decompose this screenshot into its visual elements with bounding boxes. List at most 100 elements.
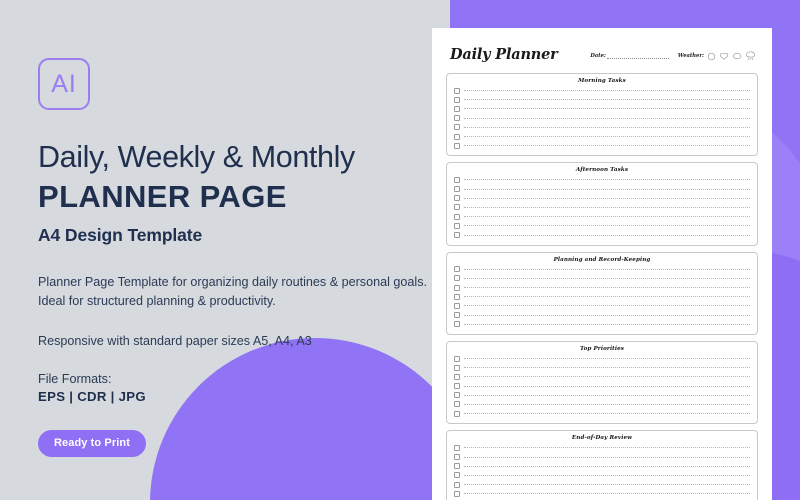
task-write-line[interactable] bbox=[464, 225, 750, 227]
task-checkbox[interactable] bbox=[454, 383, 460, 390]
task-write-line[interactable] bbox=[464, 447, 750, 449]
rain-cloud-icon[interactable] bbox=[745, 51, 756, 61]
task-write-line[interactable] bbox=[464, 234, 750, 236]
task-row[interactable] bbox=[454, 480, 750, 489]
task-row[interactable] bbox=[454, 114, 750, 123]
task-checkbox[interactable] bbox=[454, 312, 460, 319]
task-row[interactable] bbox=[454, 132, 750, 141]
date-input-line[interactable] bbox=[606, 53, 669, 59]
task-checkbox[interactable] bbox=[454, 410, 460, 417]
task-row[interactable] bbox=[454, 194, 750, 203]
task-checkbox[interactable] bbox=[454, 481, 460, 488]
task-checkbox[interactable] bbox=[454, 454, 460, 461]
task-write-line[interactable] bbox=[464, 197, 750, 199]
task-row[interactable] bbox=[454, 265, 750, 274]
task-write-line[interactable] bbox=[464, 314, 750, 316]
task-row[interactable] bbox=[454, 489, 750, 498]
task-write-line[interactable] bbox=[464, 145, 750, 147]
task-write-line[interactable] bbox=[464, 358, 750, 360]
task-row[interactable] bbox=[454, 274, 750, 283]
task-write-line[interactable] bbox=[464, 367, 750, 369]
task-write-line[interactable] bbox=[464, 99, 750, 101]
task-write-line[interactable] bbox=[464, 493, 750, 495]
task-write-line[interactable] bbox=[464, 268, 750, 270]
task-row[interactable] bbox=[454, 212, 750, 221]
task-row[interactable] bbox=[454, 141, 750, 150]
task-row[interactable] bbox=[454, 95, 750, 104]
task-write-line[interactable] bbox=[464, 465, 750, 467]
task-checkbox[interactable] bbox=[454, 186, 460, 193]
task-checkbox[interactable] bbox=[454, 232, 460, 239]
task-checkbox[interactable] bbox=[454, 490, 460, 497]
task-write-line[interactable] bbox=[464, 456, 750, 458]
task-checkbox[interactable] bbox=[454, 463, 460, 470]
task-write-line[interactable] bbox=[464, 305, 750, 307]
task-write-line[interactable] bbox=[464, 136, 750, 138]
task-checkbox[interactable] bbox=[454, 115, 460, 122]
task-write-line[interactable] bbox=[464, 403, 750, 405]
task-write-line[interactable] bbox=[464, 188, 750, 190]
ready-to-print-badge[interactable]: Ready to Print bbox=[38, 429, 146, 457]
task-row[interactable] bbox=[454, 86, 750, 95]
sun-icon[interactable] bbox=[707, 52, 716, 61]
task-checkbox[interactable] bbox=[454, 293, 460, 300]
task-write-line[interactable] bbox=[464, 413, 750, 415]
task-checkbox[interactable] bbox=[454, 124, 460, 131]
task-checkbox[interactable] bbox=[454, 213, 460, 220]
task-row[interactable] bbox=[454, 185, 750, 194]
task-write-line[interactable] bbox=[464, 394, 750, 396]
task-checkbox[interactable] bbox=[454, 302, 460, 309]
task-write-line[interactable] bbox=[464, 126, 750, 128]
task-checkbox[interactable] bbox=[454, 284, 460, 291]
task-checkbox[interactable] bbox=[454, 133, 460, 140]
task-checkbox[interactable] bbox=[454, 195, 460, 202]
task-row[interactable] bbox=[454, 363, 750, 372]
task-checkbox[interactable] bbox=[454, 266, 460, 273]
date-field[interactable]: Date: bbox=[590, 53, 669, 59]
task-write-line[interactable] bbox=[464, 179, 750, 181]
task-row[interactable] bbox=[454, 382, 750, 391]
task-checkbox[interactable] bbox=[454, 373, 460, 380]
task-checkbox[interactable] bbox=[454, 355, 460, 362]
task-write-line[interactable] bbox=[464, 484, 750, 486]
task-row[interactable] bbox=[454, 292, 750, 301]
task-write-line[interactable] bbox=[464, 287, 750, 289]
task-write-line[interactable] bbox=[464, 385, 750, 387]
task-write-line[interactable] bbox=[464, 376, 750, 378]
task-write-line[interactable] bbox=[464, 108, 750, 110]
task-row[interactable] bbox=[454, 175, 750, 184]
task-checkbox[interactable] bbox=[454, 275, 460, 282]
task-row[interactable] bbox=[454, 230, 750, 239]
task-row[interactable] bbox=[454, 203, 750, 212]
task-row[interactable] bbox=[454, 354, 750, 363]
task-checkbox[interactable] bbox=[454, 444, 460, 451]
task-row[interactable] bbox=[454, 400, 750, 409]
cloudy-icon[interactable] bbox=[732, 52, 742, 61]
task-row[interactable] bbox=[454, 301, 750, 310]
task-checkbox[interactable] bbox=[454, 222, 460, 229]
task-write-line[interactable] bbox=[464, 323, 750, 325]
task-row[interactable] bbox=[454, 221, 750, 230]
task-row[interactable] bbox=[454, 462, 750, 471]
task-checkbox[interactable] bbox=[454, 401, 460, 408]
task-checkbox[interactable] bbox=[454, 364, 460, 371]
task-checkbox[interactable] bbox=[454, 87, 460, 94]
task-row[interactable] bbox=[454, 471, 750, 480]
task-write-line[interactable] bbox=[464, 296, 750, 298]
task-write-line[interactable] bbox=[464, 206, 750, 208]
task-row[interactable] bbox=[454, 283, 750, 292]
task-checkbox[interactable] bbox=[454, 321, 460, 328]
task-row[interactable] bbox=[454, 311, 750, 320]
cloud-icon[interactable] bbox=[719, 52, 729, 61]
task-write-line[interactable] bbox=[464, 216, 750, 218]
task-checkbox[interactable] bbox=[454, 472, 460, 479]
task-checkbox[interactable] bbox=[454, 96, 460, 103]
task-checkbox[interactable] bbox=[454, 105, 460, 112]
task-checkbox[interactable] bbox=[454, 204, 460, 211]
task-checkbox[interactable] bbox=[454, 142, 460, 149]
task-row[interactable] bbox=[454, 123, 750, 132]
task-write-line[interactable] bbox=[464, 90, 750, 92]
task-write-line[interactable] bbox=[464, 474, 750, 476]
task-row[interactable] bbox=[454, 452, 750, 461]
task-row[interactable] bbox=[454, 104, 750, 113]
